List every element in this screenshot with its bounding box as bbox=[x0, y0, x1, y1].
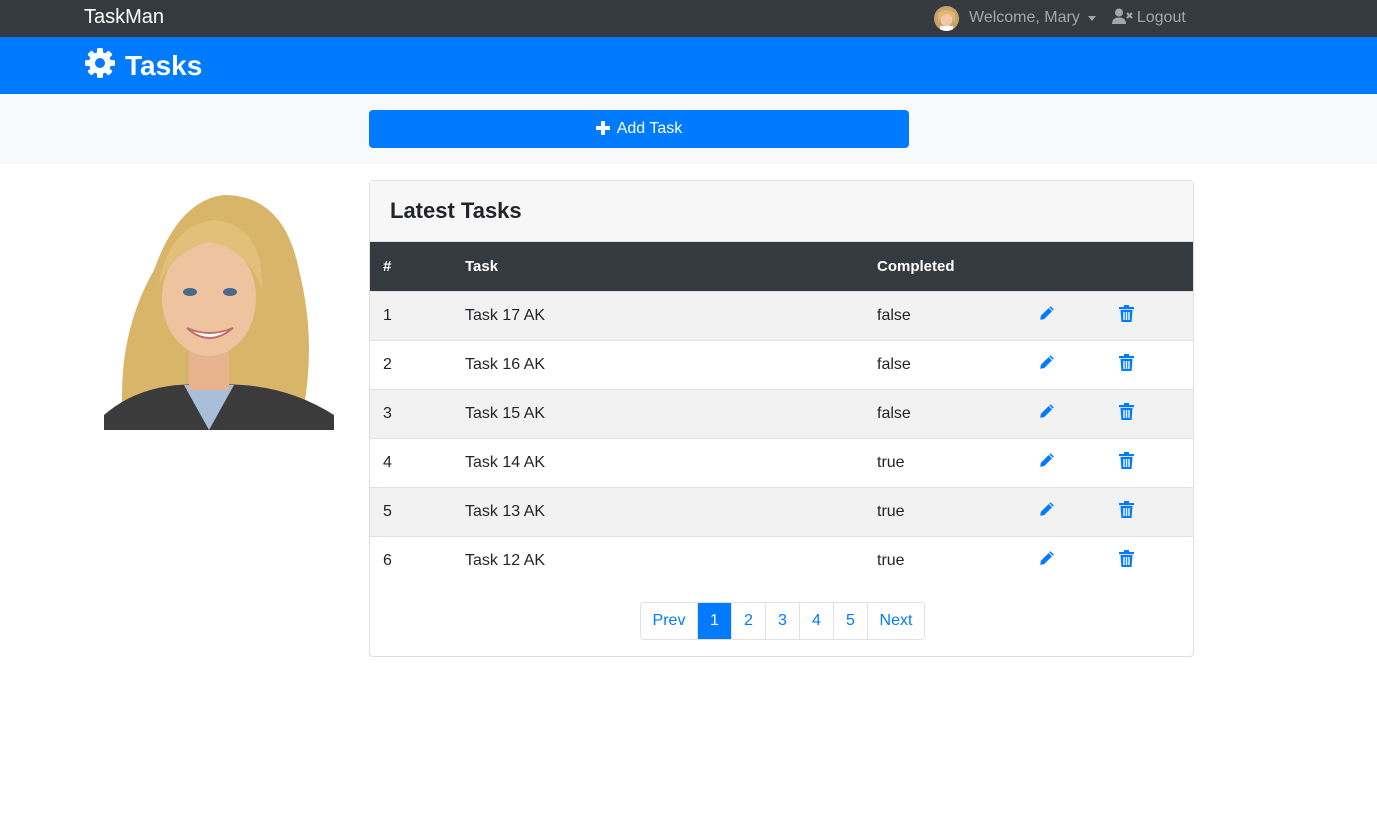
task-name: Task 15 AK bbox=[465, 404, 546, 422]
pencil-icon[interactable] bbox=[1039, 305, 1055, 321]
delete-cell bbox=[1106, 487, 1193, 536]
pencil-icon[interactable] bbox=[1039, 354, 1055, 370]
caret-down-icon bbox=[1087, 15, 1096, 21]
table-row: 3 Task 15 AK false bbox=[370, 389, 1193, 438]
welcome-label: Welcome, Mary bbox=[969, 9, 1080, 26]
task-name: Task 12 AK bbox=[465, 551, 546, 569]
task-number: 3 bbox=[383, 404, 392, 422]
task-completed: true bbox=[877, 551, 905, 569]
table-row: 5 Task 13 AK true bbox=[370, 487, 1193, 536]
page-title-group: Tasks bbox=[84, 47, 202, 84]
pencil-icon[interactable] bbox=[1039, 403, 1055, 419]
trash-icon[interactable] bbox=[1119, 353, 1134, 371]
plus-icon bbox=[595, 121, 610, 137]
user-avatar bbox=[934, 5, 959, 31]
edit-cell bbox=[1026, 487, 1106, 536]
edit-cell bbox=[1026, 438, 1106, 487]
pencil-icon[interactable] bbox=[1039, 501, 1055, 517]
table-row: 1 Task 17 AK false bbox=[370, 291, 1193, 340]
brand-logo-text[interactable]: TaskMan bbox=[84, 5, 164, 29]
pencil-icon[interactable] bbox=[1039, 452, 1055, 468]
trash-icon[interactable] bbox=[1119, 451, 1134, 469]
add-task-label: Add Task bbox=[616, 120, 683, 137]
task-number: 6 bbox=[383, 551, 392, 569]
edit-cell bbox=[1026, 536, 1106, 585]
trash-icon[interactable] bbox=[1119, 402, 1134, 420]
card-title: Latest Tasks bbox=[390, 198, 522, 223]
pagination-next[interactable]: Next bbox=[867, 603, 924, 639]
pagination-page-1[interactable]: 1 bbox=[697, 603, 731, 639]
task-name: Task 16 AK bbox=[465, 355, 546, 373]
task-name: Task 17 AK bbox=[465, 306, 546, 324]
user-times-icon bbox=[1111, 8, 1137, 29]
latest-tasks-card: Latest Tasks # Task Completed 1 Task 17 A… bbox=[369, 180, 1194, 657]
column-header-number: # bbox=[383, 257, 392, 275]
trash-icon[interactable] bbox=[1119, 500, 1134, 518]
pagination-page-2[interactable]: 2 bbox=[731, 603, 765, 639]
table-row: 6 Task 12 AK true bbox=[370, 536, 1193, 585]
task-completed: false bbox=[877, 355, 911, 373]
task-number: 1 bbox=[383, 306, 392, 324]
logout-link[interactable]: Logout bbox=[1111, 8, 1186, 29]
delete-cell bbox=[1106, 536, 1193, 585]
table-row: 2 Task 16 AK false bbox=[370, 340, 1193, 389]
page-header: Tasks bbox=[0, 37, 1377, 94]
pagination-page-4[interactable]: 4 bbox=[799, 603, 833, 639]
table-header-row: # Task Completed bbox=[370, 242, 1193, 291]
edit-cell bbox=[1026, 389, 1106, 438]
delete-cell bbox=[1106, 291, 1193, 340]
pagination-page-5[interactable]: 5 bbox=[833, 603, 867, 639]
task-completed: false bbox=[877, 306, 911, 324]
pagination-prev[interactable]: Prev bbox=[641, 603, 697, 639]
user-menu-dropdown[interactable]: Welcome, Mary bbox=[969, 9, 1096, 27]
add-task-button[interactable]: Add Task bbox=[369, 110, 909, 148]
action-bar: Add Task bbox=[0, 94, 1377, 164]
pagination-page-3[interactable]: 3 bbox=[765, 603, 799, 639]
task-number: 5 bbox=[383, 502, 392, 520]
task-name: Task 13 AK bbox=[465, 502, 546, 520]
pagination: Prev 1 2 3 4 5 Next bbox=[640, 602, 925, 640]
card-header: Latest Tasks bbox=[370, 181, 1193, 242]
edit-cell bbox=[1026, 340, 1106, 389]
edit-cell bbox=[1026, 291, 1106, 340]
task-number: 4 bbox=[383, 453, 392, 471]
profile-photo bbox=[84, 180, 334, 430]
page-title: Tasks bbox=[125, 49, 203, 81]
column-header-completed: Completed bbox=[877, 257, 955, 275]
delete-cell bbox=[1106, 340, 1193, 389]
task-name: Task 14 AK bbox=[465, 453, 546, 471]
column-header-delete bbox=[1106, 242, 1193, 291]
task-number: 2 bbox=[383, 355, 392, 373]
task-completed: true bbox=[877, 453, 905, 471]
trash-icon[interactable] bbox=[1119, 549, 1134, 567]
table-row: 4 Task 14 AK true bbox=[370, 438, 1193, 487]
tasks-table: # Task Completed 1 Task 17 AK false 2 Task 1… bbox=[370, 242, 1193, 585]
task-completed: true bbox=[877, 502, 905, 520]
gear-icon bbox=[84, 47, 116, 84]
column-header-edit bbox=[1026, 242, 1106, 291]
top-navbar: TaskMan Welcome, Mary Logout bbox=[0, 0, 1377, 37]
delete-cell bbox=[1106, 438, 1193, 487]
delete-cell bbox=[1106, 389, 1193, 438]
trash-icon[interactable] bbox=[1119, 304, 1134, 322]
user-nav: Welcome, Mary Logout bbox=[934, 3, 1186, 33]
task-completed: false bbox=[877, 404, 911, 422]
logout-label: Logout bbox=[1136, 9, 1186, 26]
column-header-task: Task bbox=[465, 257, 499, 275]
pencil-icon[interactable] bbox=[1039, 550, 1055, 566]
